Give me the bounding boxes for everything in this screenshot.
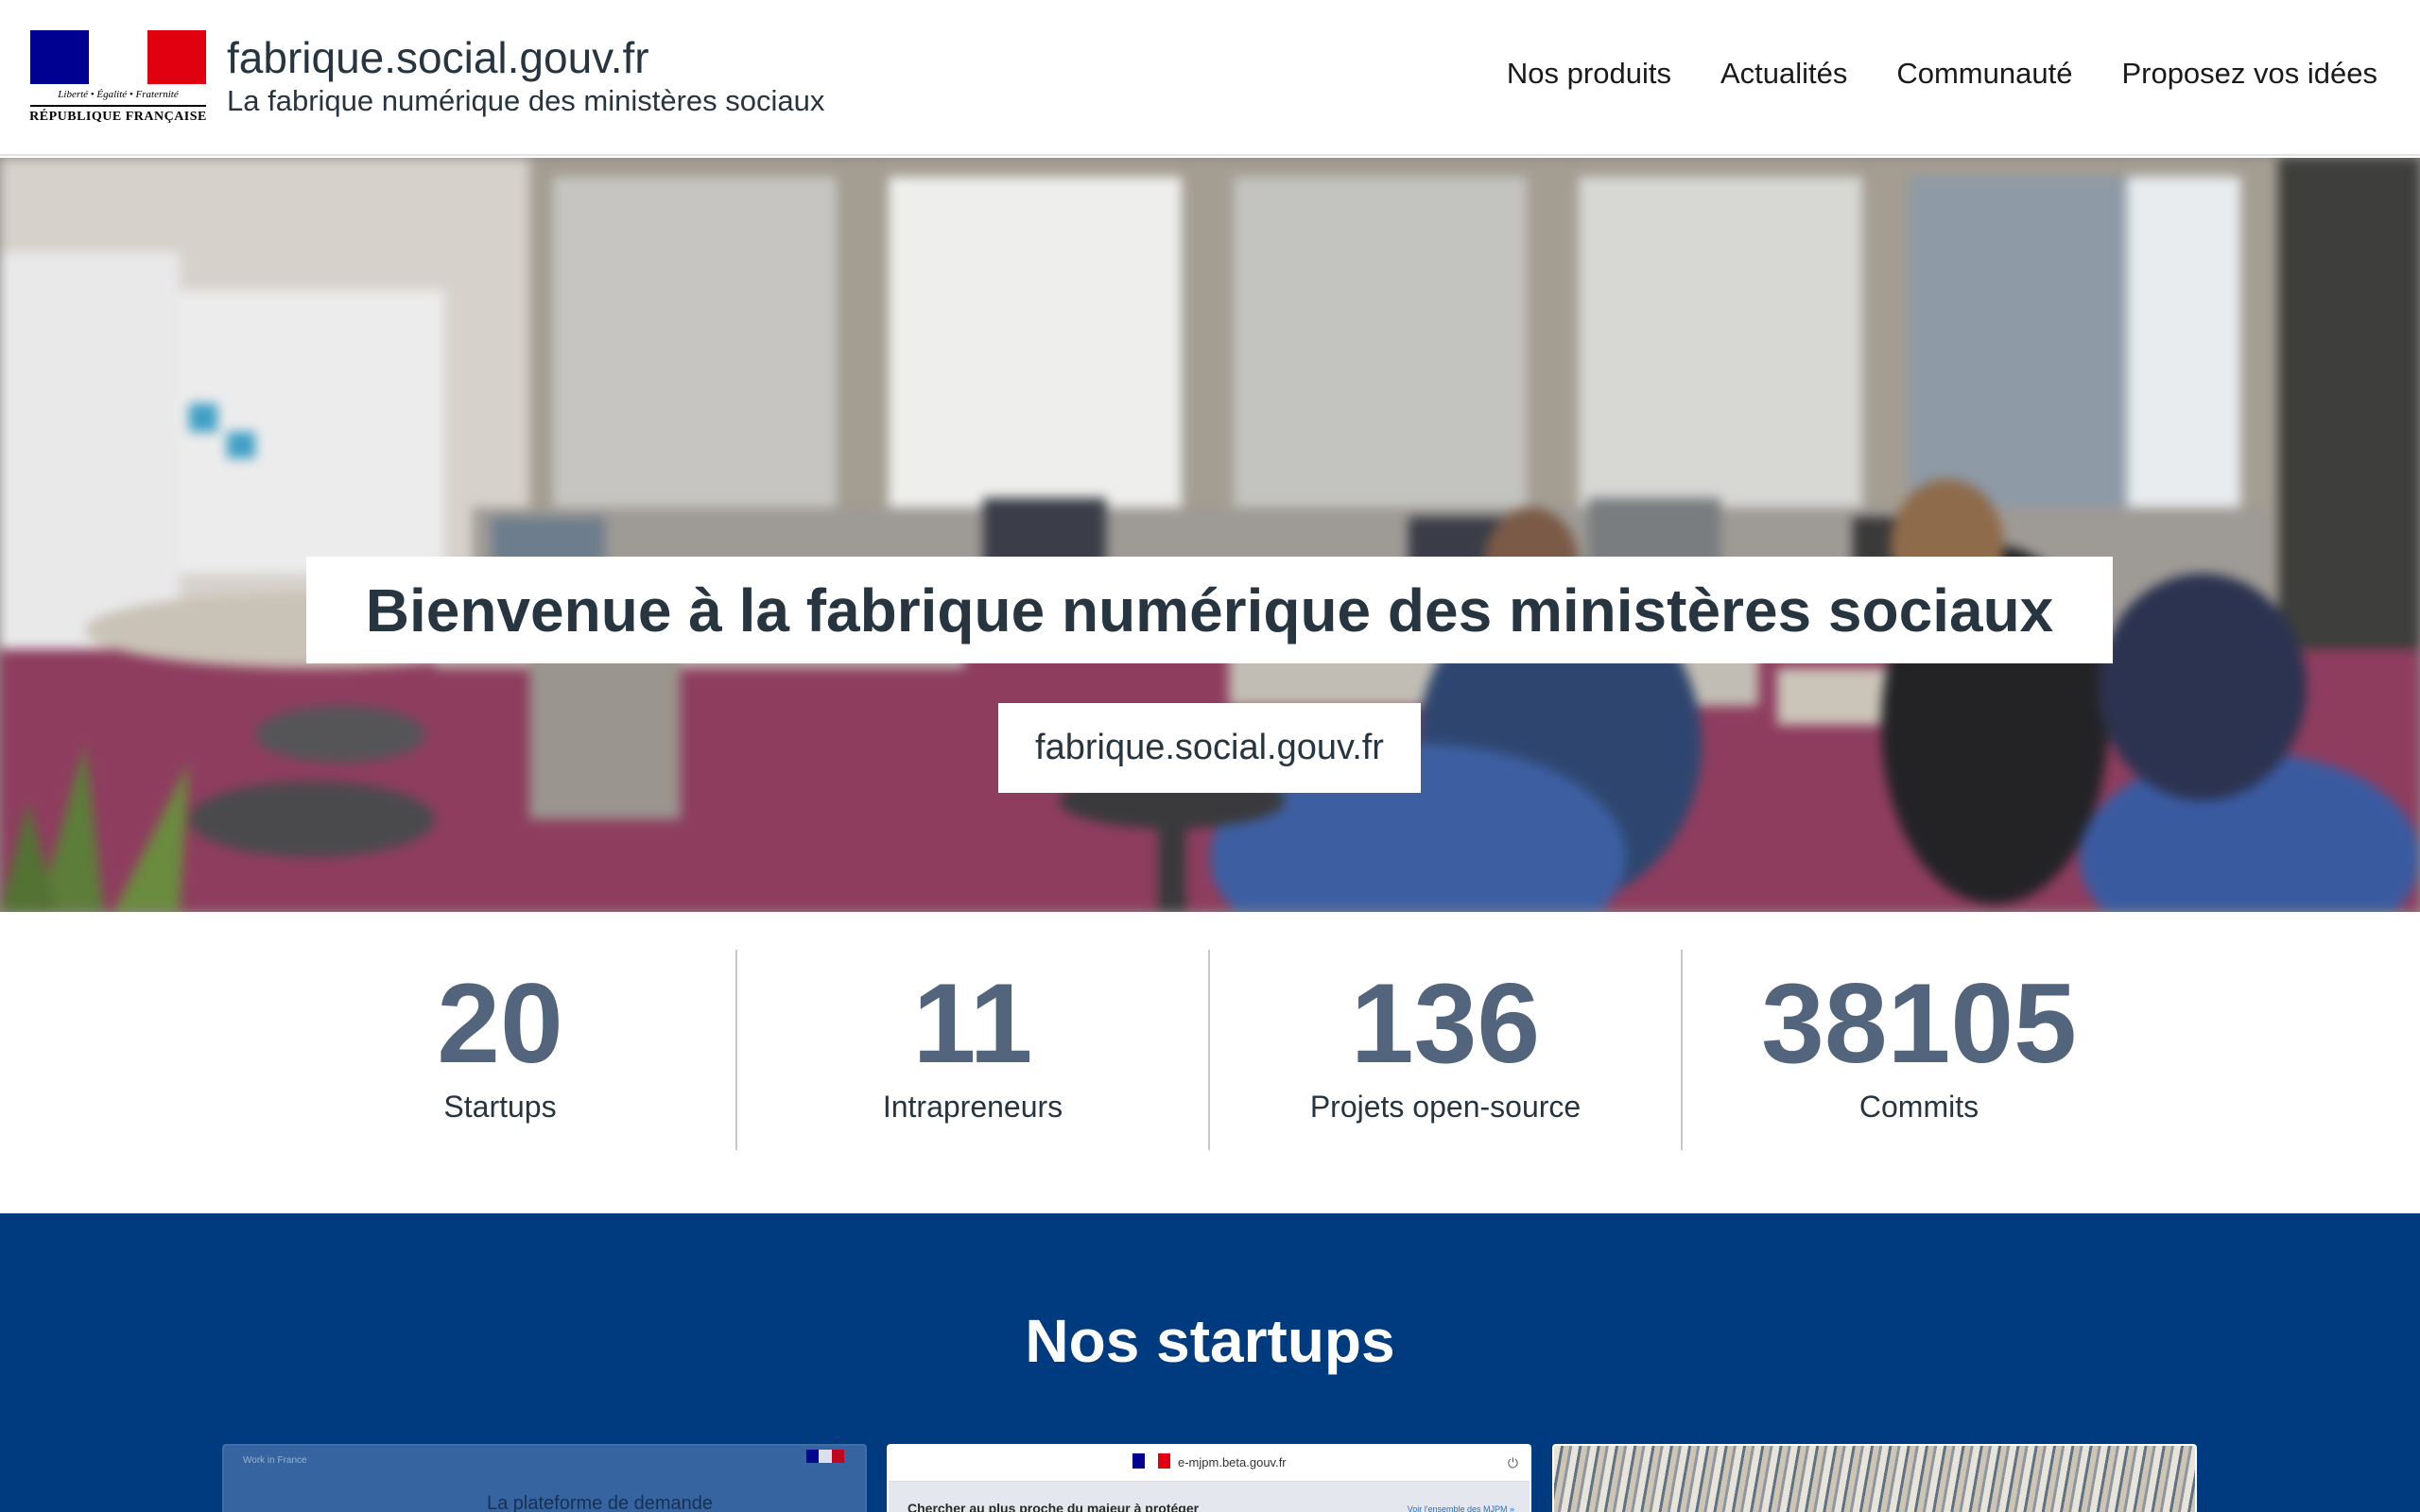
stat-value: 136: [1350, 960, 1541, 1087]
french-flag-icon: [1132, 1453, 1170, 1469]
stat-commits: 38105 Commits: [1683, 950, 2155, 1150]
french-flag-icon: [30, 30, 206, 84]
card-image-paper-stack: [1554, 1446, 2195, 1512]
site-title-link[interactable]: fabrique.social.gouv.fr: [227, 32, 649, 83]
stats-section: 20 Startups 11 Intrapreneurs 136 Projets…: [0, 912, 2420, 1213]
stat-projets-open-source: 136 Projets open-source: [1209, 950, 1682, 1150]
stat-label: Intrapreneurs: [882, 1090, 1063, 1124]
republique-francaise-logo[interactable]: Liberté • Égalité • Fraternité RÉPUBLIQU…: [28, 28, 208, 127]
startups-heading: Nos startups: [1025, 1307, 1395, 1375]
stat-startups: 20 Startups: [264, 950, 736, 1150]
nav-item-nos-produits[interactable]: Nos produits: [1507, 57, 1671, 91]
startups-section: Nos startups Work in France La plateform…: [0, 1213, 2420, 1512]
stat-intrapreneurs: 11 Intrapreneurs: [736, 950, 1209, 1150]
site-header: Liberté • Égalité • Fraternité RÉPUBLIQU…: [0, 0, 2420, 156]
startup-card[interactable]: e-mjpm.beta.gouv.fr ⏻ Chercher au plus p…: [887, 1444, 1531, 1512]
power-icon: ⏻: [1507, 1455, 1518, 1470]
stat-label: Startups: [443, 1090, 557, 1124]
logo-republic-text: RÉPUBLIQUE FRANÇAISE: [29, 110, 207, 124]
stat-value: 38105: [1761, 960, 2077, 1087]
stat-value: 20: [437, 960, 563, 1087]
card-screenshot-title: La plateforme de demande: [487, 1493, 714, 1512]
nav-item-actualites[interactable]: Actualités: [1720, 57, 1847, 91]
card-site-name: Work in France: [243, 1455, 307, 1466]
card-screenshot-search-text: Chercher au plus proche du majeur à prot…: [908, 1501, 1200, 1512]
office-photo-background: [0, 158, 2420, 912]
french-flag-icon: [806, 1450, 844, 1463]
logo-motto: Liberté • Égalité • Fraternité: [58, 89, 179, 100]
nav-item-communaute[interactable]: Communauté: [1896, 57, 2072, 91]
hero-banner: Bienvenue à la fabrique numérique des mi…: [0, 158, 2420, 912]
main-nav: Nos produits Actualités Communauté Propo…: [1507, 57, 2377, 91]
startup-card[interactable]: [1552, 1444, 2197, 1512]
hero-title: Bienvenue à la fabrique numérique des mi…: [306, 557, 2113, 663]
hero-site-link[interactable]: fabrique.social.gouv.fr: [998, 703, 1421, 793]
card-screenshot-url: e-mjpm.beta.gouv.fr: [1178, 1455, 1287, 1469]
stat-label: Projets open-source: [1309, 1090, 1582, 1124]
stat-label: Commits: [1858, 1090, 1979, 1124]
card-screenshot-see-all-link: Voir l'ensemble des MJPM »: [1407, 1504, 1514, 1512]
site-subtitle: La fabrique numérique des ministères soc…: [227, 84, 825, 117]
stat-value: 11: [912, 960, 1033, 1087]
nav-item-proposez-vos-idees[interactable]: Proposez vos idées: [2121, 57, 2377, 91]
startup-card[interactable]: Work in France La plateforme de demande: [222, 1444, 867, 1512]
logo-divider: [30, 105, 206, 107]
